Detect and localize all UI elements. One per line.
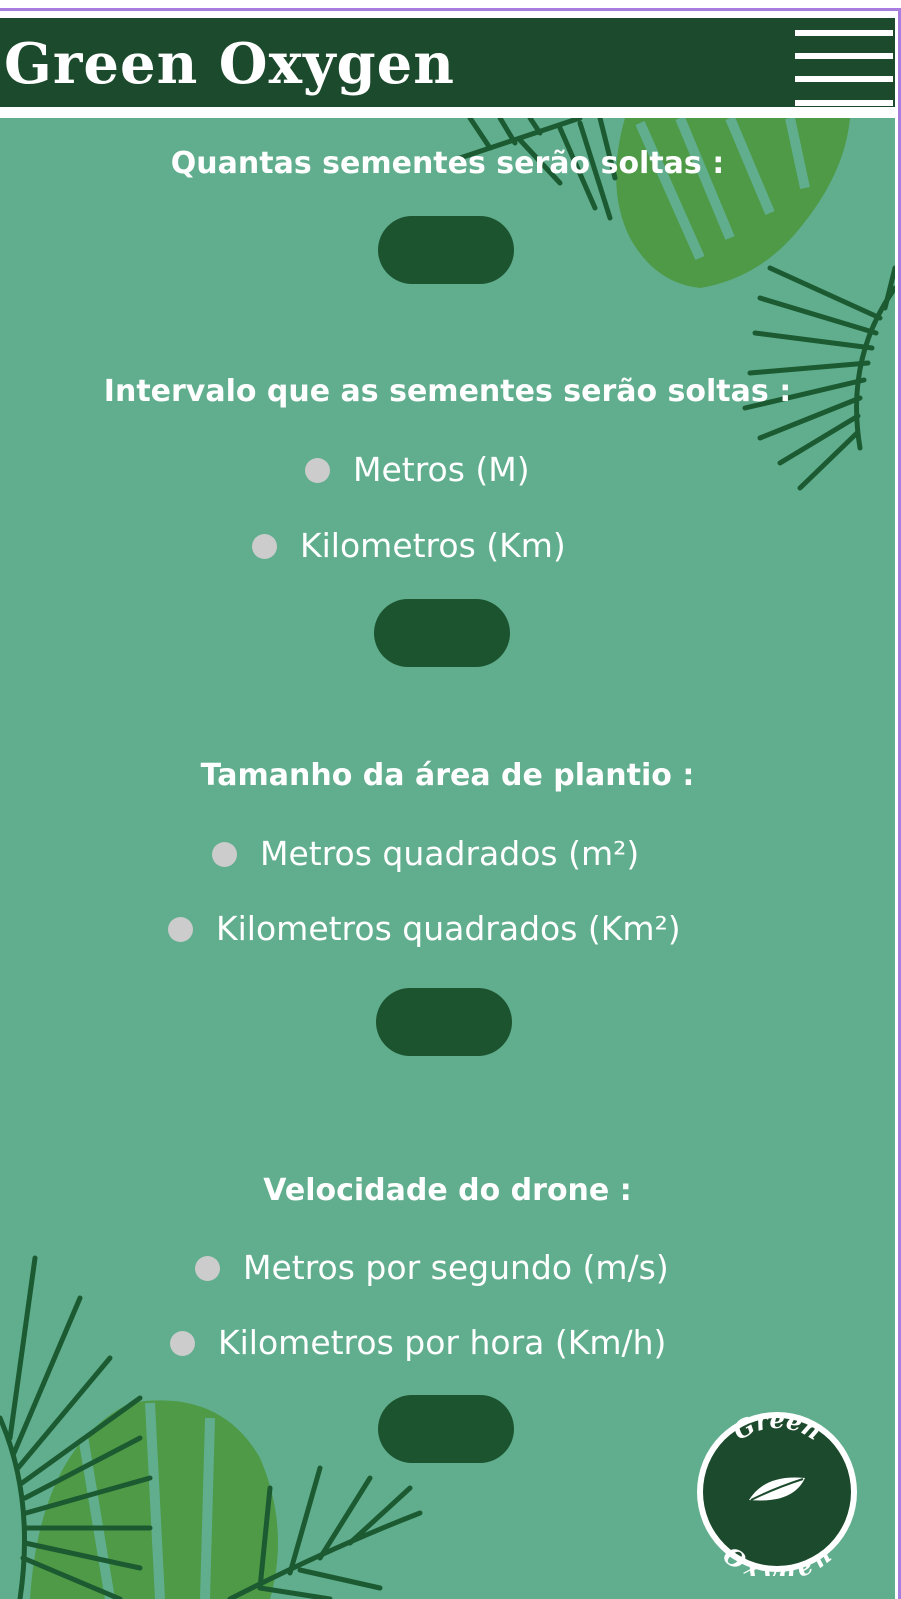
question-seed-count: Quantas sementes serão soltas :: [170, 146, 725, 181]
radio-label: Metros quadrados (m²): [260, 834, 640, 873]
question-drop-interval: Intervalo que as sementes serão soltas :: [103, 374, 792, 409]
app-title: Green Oxygen: [4, 31, 456, 97]
question-drone-speed: Velocidade do drone :: [263, 1173, 632, 1208]
frame-border-top: [0, 8, 901, 11]
radio-circle[interactable]: [252, 533, 277, 559]
radio-label: Metros por segundo (m/s): [243, 1248, 669, 1287]
radio-speed-kilometers-per-hour[interactable]: Kilometros por hora (Km/h): [170, 1323, 666, 1363]
radio-circle[interactable]: [195, 1255, 220, 1281]
radio-interval-meters[interactable]: Metros (M): [305, 450, 530, 490]
radio-circle[interactable]: [305, 457, 330, 483]
form-area: Quantas sementes serão soltas : Interval…: [0, 118, 895, 1599]
app-header: Green Oxygen: [0, 18, 895, 107]
drop-interval-input[interactable]: [374, 599, 510, 667]
radio-label: Kilometros por hora (Km/h): [218, 1323, 667, 1362]
hamburger-menu-icon[interactable]: [795, 30, 893, 106]
radio-area-square-kilometers[interactable]: Kilometros quadrados (Km²): [168, 909, 681, 949]
question-planting-area: Tamanho da área de plantio :: [200, 758, 695, 793]
radio-label: Kilometros (Km): [300, 526, 566, 565]
planting-area-input[interactable]: [376, 988, 512, 1056]
radio-circle[interactable]: [170, 1330, 195, 1356]
green-oxygen-logo: Green Oxygen: [697, 1408, 857, 1576]
radio-label: Metros (M): [353, 450, 530, 489]
radio-interval-kilometers[interactable]: Kilometros (Km): [252, 526, 566, 566]
radio-circle[interactable]: [212, 841, 237, 867]
seed-count-input[interactable]: [378, 216, 514, 284]
radio-area-square-meters[interactable]: Metros quadrados (m²): [212, 834, 639, 874]
radio-speed-meters-per-second[interactable]: Metros por segundo (m/s): [195, 1248, 669, 1288]
radio-circle[interactable]: [168, 916, 193, 942]
monstera-leaf-top-right: [616, 118, 850, 288]
app-screen: Green Oxygen Quantas sementes serão solt…: [0, 0, 901, 1599]
radio-label: Kilometros quadrados (Km²): [216, 909, 681, 948]
drone-speed-input[interactable]: [378, 1395, 514, 1463]
